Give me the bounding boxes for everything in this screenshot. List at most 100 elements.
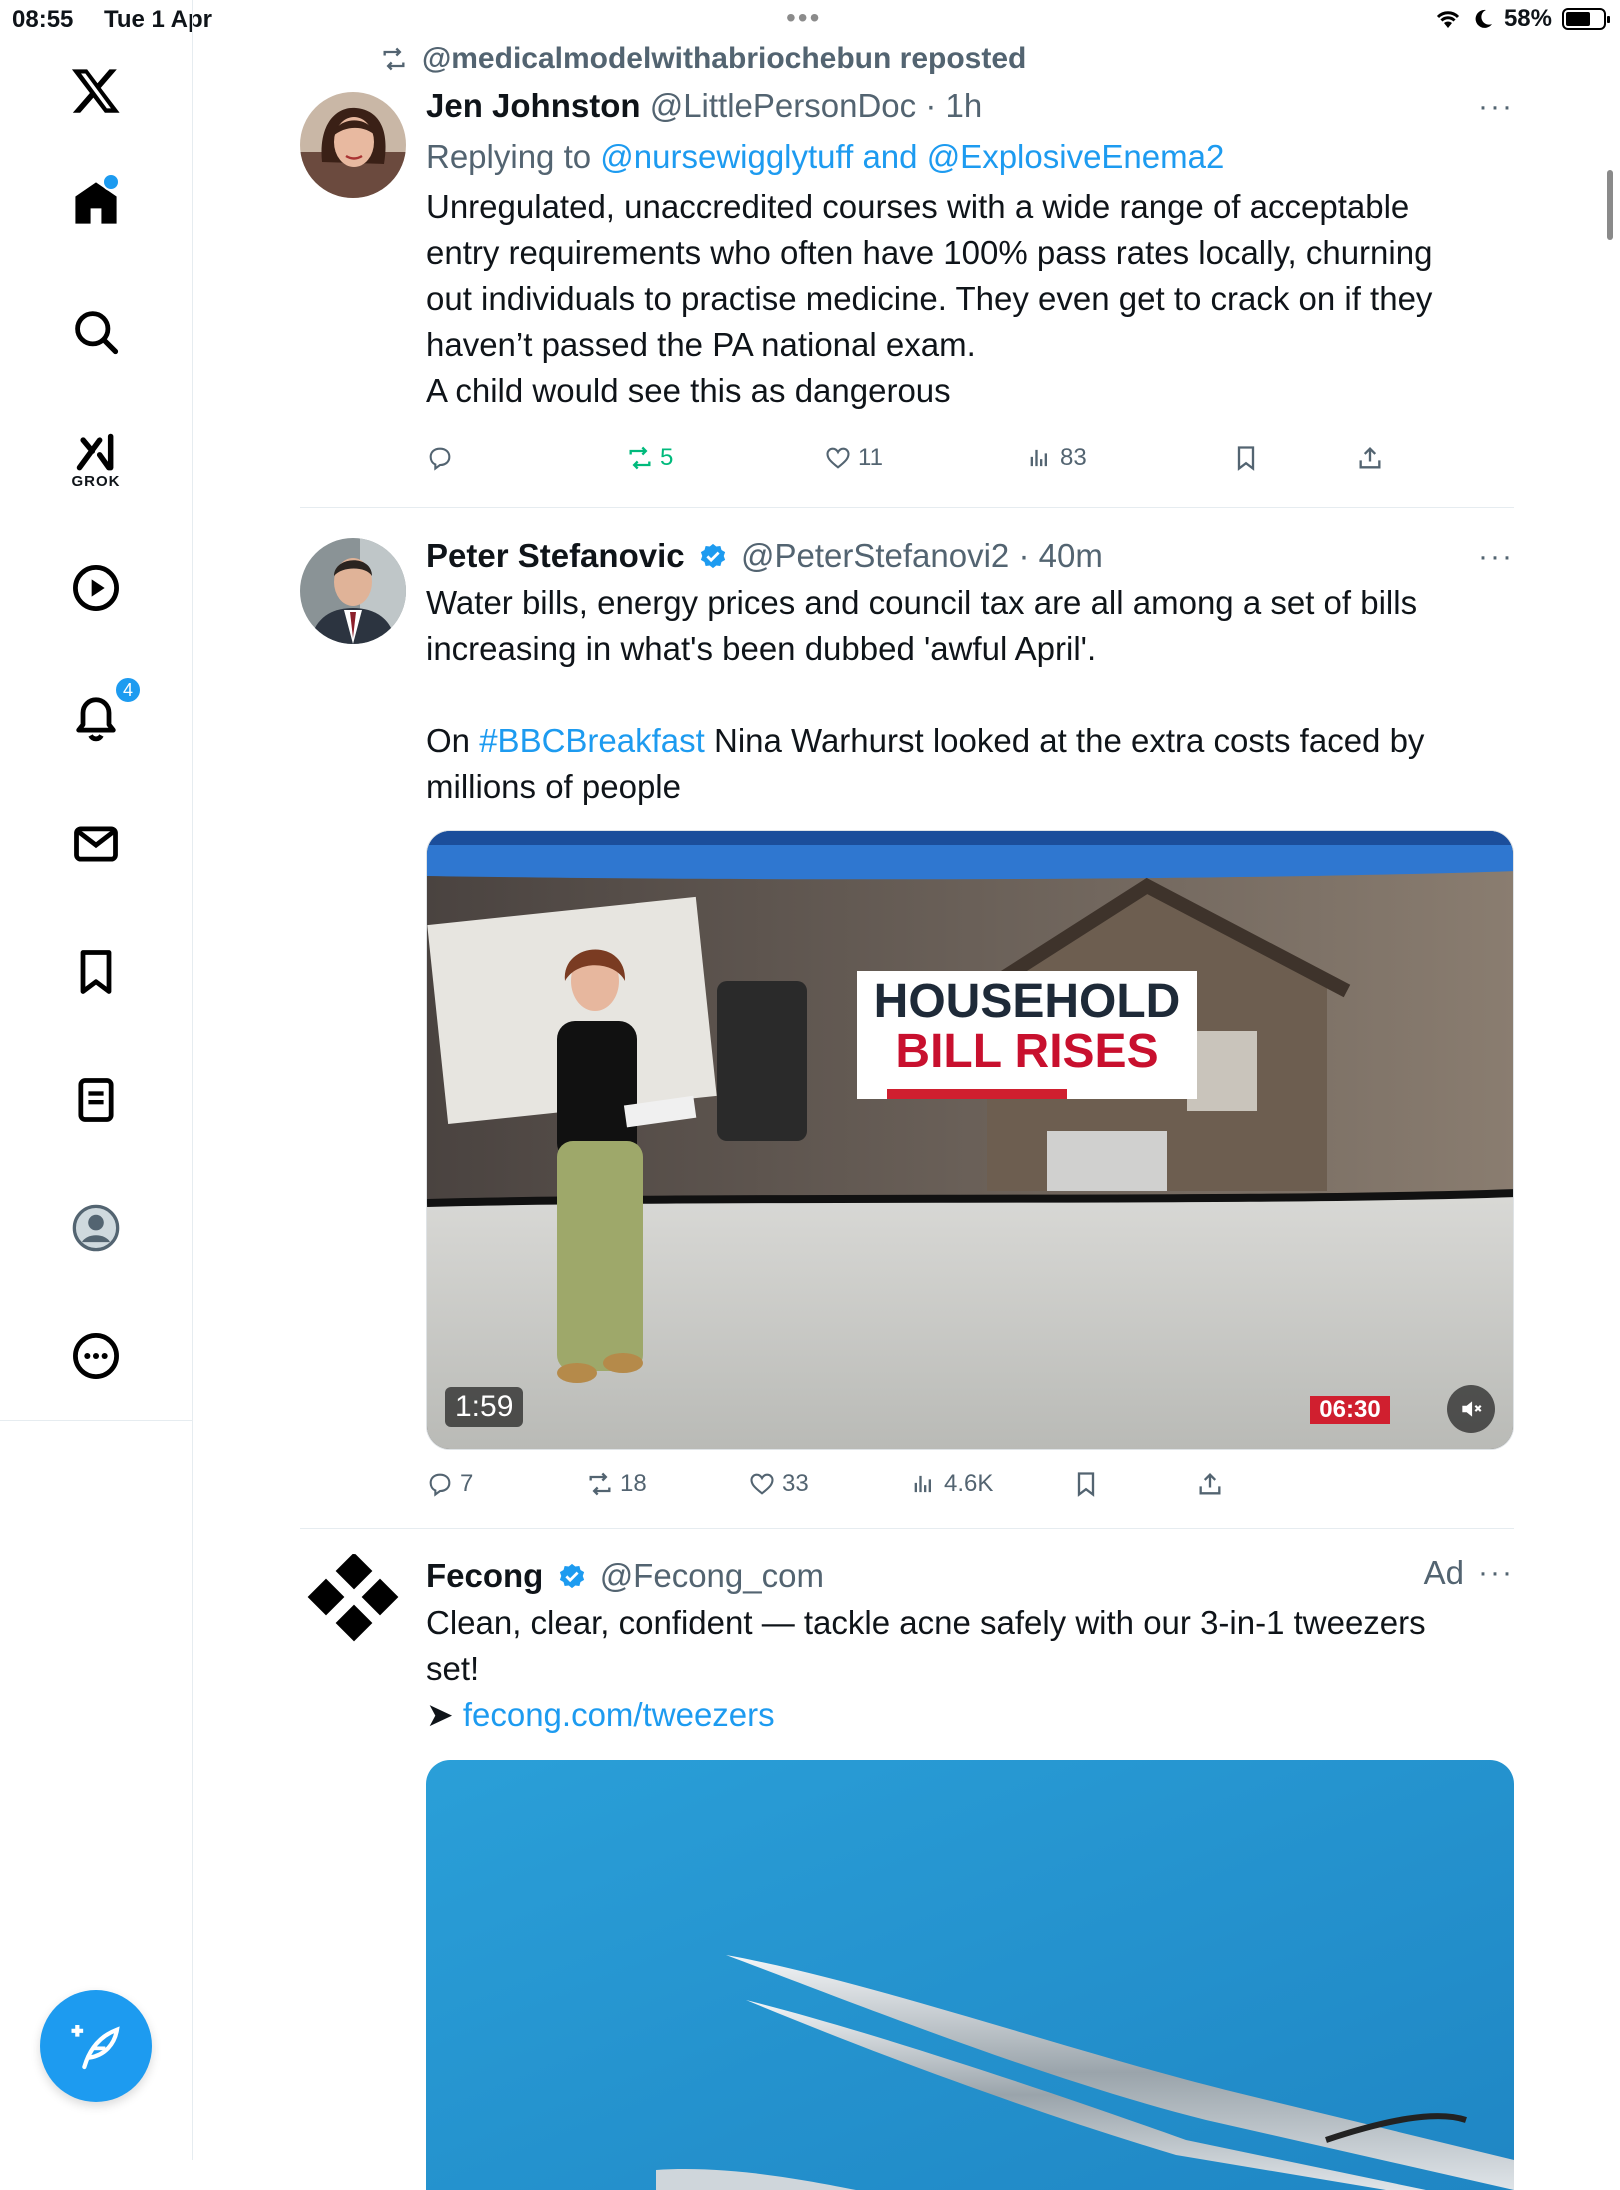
mute-button[interactable]: [1447, 1385, 1495, 1433]
nav-video[interactable]: [46, 538, 146, 638]
profile-icon: [72, 1204, 120, 1252]
video-headline-line2: BILL RISES: [895, 1025, 1159, 1078]
author-handle[interactable]: @LittlePersonDoc: [650, 87, 916, 124]
nav-grok[interactable]: GROK: [46, 410, 146, 510]
post-text-line: increasing in what's been dubbed 'awful …: [426, 630, 1097, 667]
multitasking-dots[interactable]: •••: [786, 2, 821, 34]
like-count: 33: [782, 1470, 809, 1497]
nav-bookmarks[interactable]: [46, 922, 146, 1022]
replying-user-link-2[interactable]: @ExplosiveEnema2: [927, 138, 1225, 175]
list-icon: [78, 1078, 114, 1122]
repost-icon: [589, 1472, 611, 1496]
replying-and: and: [853, 138, 927, 175]
post-text-line: set!: [426, 1650, 480, 1687]
video-duration: 1:59: [445, 1387, 524, 1427]
post-text-line: haven’t passed the PA national exam.: [426, 326, 976, 363]
avatar-jen-johnston[interactable]: [300, 92, 406, 198]
view-count: 83: [1060, 444, 1087, 471]
reply-button[interactable]: 7: [426, 1464, 473, 1504]
author-handle[interactable]: @Fecong_com: [600, 1557, 824, 1594]
share-button[interactable]: [1356, 438, 1384, 478]
wifi-icon: [1436, 11, 1460, 28]
verified-badge-icon: [559, 1563, 584, 1589]
post-divider: [300, 1528, 1514, 1529]
grok-label: GROK: [71, 472, 121, 490]
like-button[interactable]: 11: [824, 438, 883, 478]
hashtag-link[interactable]: #BBCBreakfast: [479, 722, 705, 759]
video-broadcast-clock: 06:30: [1319, 1396, 1381, 1423]
compose-button[interactable]: [40, 1990, 152, 2102]
nav-x-logo[interactable]: [46, 40, 146, 140]
bookmark-button[interactable]: [1232, 438, 1260, 478]
author-name[interactable]: Fecong: [426, 1557, 543, 1594]
post-text: Unregulated, unaccredited courses with a…: [426, 184, 1514, 414]
repost-context-label[interactable]: @medicalmodelwithabriochebun reposted: [422, 42, 1026, 76]
author-name[interactable]: Peter Stefanovic: [426, 537, 685, 574]
views-button[interactable]: 83: [1026, 438, 1087, 478]
nav-profile[interactable]: [46, 1178, 146, 1278]
bookmark-button[interactable]: [1072, 1464, 1100, 1504]
ad-image[interactable]: [426, 1760, 1514, 2190]
author-name[interactable]: Jen Johnston: [426, 87, 641, 124]
scrollbar[interactable]: [1607, 170, 1613, 240]
nav-search[interactable]: [46, 282, 146, 382]
nav-home[interactable]: [46, 153, 146, 253]
replying-user-link-1[interactable]: @nursewigglytuff: [600, 138, 853, 175]
ad-label: Ad: [1423, 1554, 1465, 1591]
post-text-line: Clean, clear, confident — tackle acne sa…: [426, 1604, 1426, 1641]
replying-prefix: Replying to: [426, 138, 601, 175]
share-icon: [1199, 1473, 1221, 1495]
battery-percent: 58%: [1503, 5, 1552, 32]
avatar-peter-stefanovic[interactable]: [300, 538, 406, 644]
share-button[interactable]: [1196, 1464, 1224, 1504]
avatar-fecong[interactable]: [300, 1554, 406, 1660]
post-divider: [300, 507, 1514, 508]
status-bar: 08:55 Tue 1 Apr ••• 58%: [0, 0, 1620, 40]
repost-count: 5: [660, 444, 674, 471]
post-text-line: entry requirements who often have 100% p…: [426, 234, 1433, 271]
arrow-glyph: ➤: [426, 1696, 463, 1733]
nav-more[interactable]: [46, 1306, 146, 1406]
views-button[interactable]: 4.6K: [910, 1464, 993, 1504]
post-text-line: A child would see this as dangerous: [426, 372, 951, 409]
like-button[interactable]: 33: [748, 1464, 809, 1504]
post-peter-stefanovic[interactable]: Peter Stefanovic @PeterStefanovi2 · 40m …: [300, 534, 1514, 1504]
reply-button[interactable]: [426, 438, 460, 478]
more-options-icon[interactable]: ···: [1478, 90, 1514, 124]
repost-button[interactable]: 18: [586, 1464, 647, 1504]
mail-icon: [74, 826, 118, 862]
nav-lists[interactable]: [46, 1050, 146, 1150]
heart-icon: [750, 1473, 774, 1495]
battery-icon: [1562, 8, 1610, 30]
reply-count: 7: [460, 1470, 474, 1497]
post-fecong-ad[interactable]: Fecong @Fecong_com Ad ··· Clean, clear, …: [300, 1554, 1514, 2190]
post-time[interactable]: · 40m: [1018, 537, 1102, 574]
post-text-fragment: On: [426, 722, 480, 759]
video-player[interactable]: HOUSEHOLD BILL RISES 1:59 06:30: [426, 830, 1514, 1450]
nav-notifications[interactable]: 4: [46, 666, 146, 766]
post-text-fragment: Nina Warhurst looked at the extra costs …: [704, 722, 1425, 759]
post-time[interactable]: · 1h: [925, 87, 982, 124]
repost-button[interactable]: 5: [626, 438, 673, 478]
like-count: 11: [858, 444, 883, 471]
post-text-line: millions of people: [426, 768, 681, 805]
heart-icon: [826, 447, 850, 469]
post-header: Fecong @Fecong_com: [426, 1554, 1514, 1598]
views-icon: [1030, 449, 1047, 467]
sidebar-divider: [0, 1420, 193, 1421]
reply-icon: [429, 447, 451, 471]
more-options-icon[interactable]: ···: [1478, 1556, 1514, 1590]
ad-link[interactable]: fecong.com/tweezers: [463, 1696, 775, 1733]
post-jen-johnston[interactable]: @medicalmodelwithabriochebun reposted Je…: [300, 40, 1514, 500]
post-text-line: Water bills, energy prices and council t…: [426, 584, 1418, 621]
nav-messages[interactable]: [46, 794, 146, 894]
video-headline-line1: HOUSEHOLD: [873, 975, 1181, 1028]
bookmark-icon: [1237, 446, 1255, 471]
repost-context-icon: [383, 47, 405, 71]
author-handle[interactable]: @PeterStefanovi2: [741, 537, 1009, 574]
post-header: Peter Stefanovic @PeterStefanovi2 · 40m: [426, 534, 1514, 578]
notification-count-badge: 4: [114, 676, 142, 704]
more-options-icon[interactable]: ···: [1478, 540, 1514, 574]
post-actions: 7 18 33 4.6K: [426, 1464, 1426, 1504]
post-text-line: Unregulated, unaccredited courses with a…: [426, 188, 1410, 225]
